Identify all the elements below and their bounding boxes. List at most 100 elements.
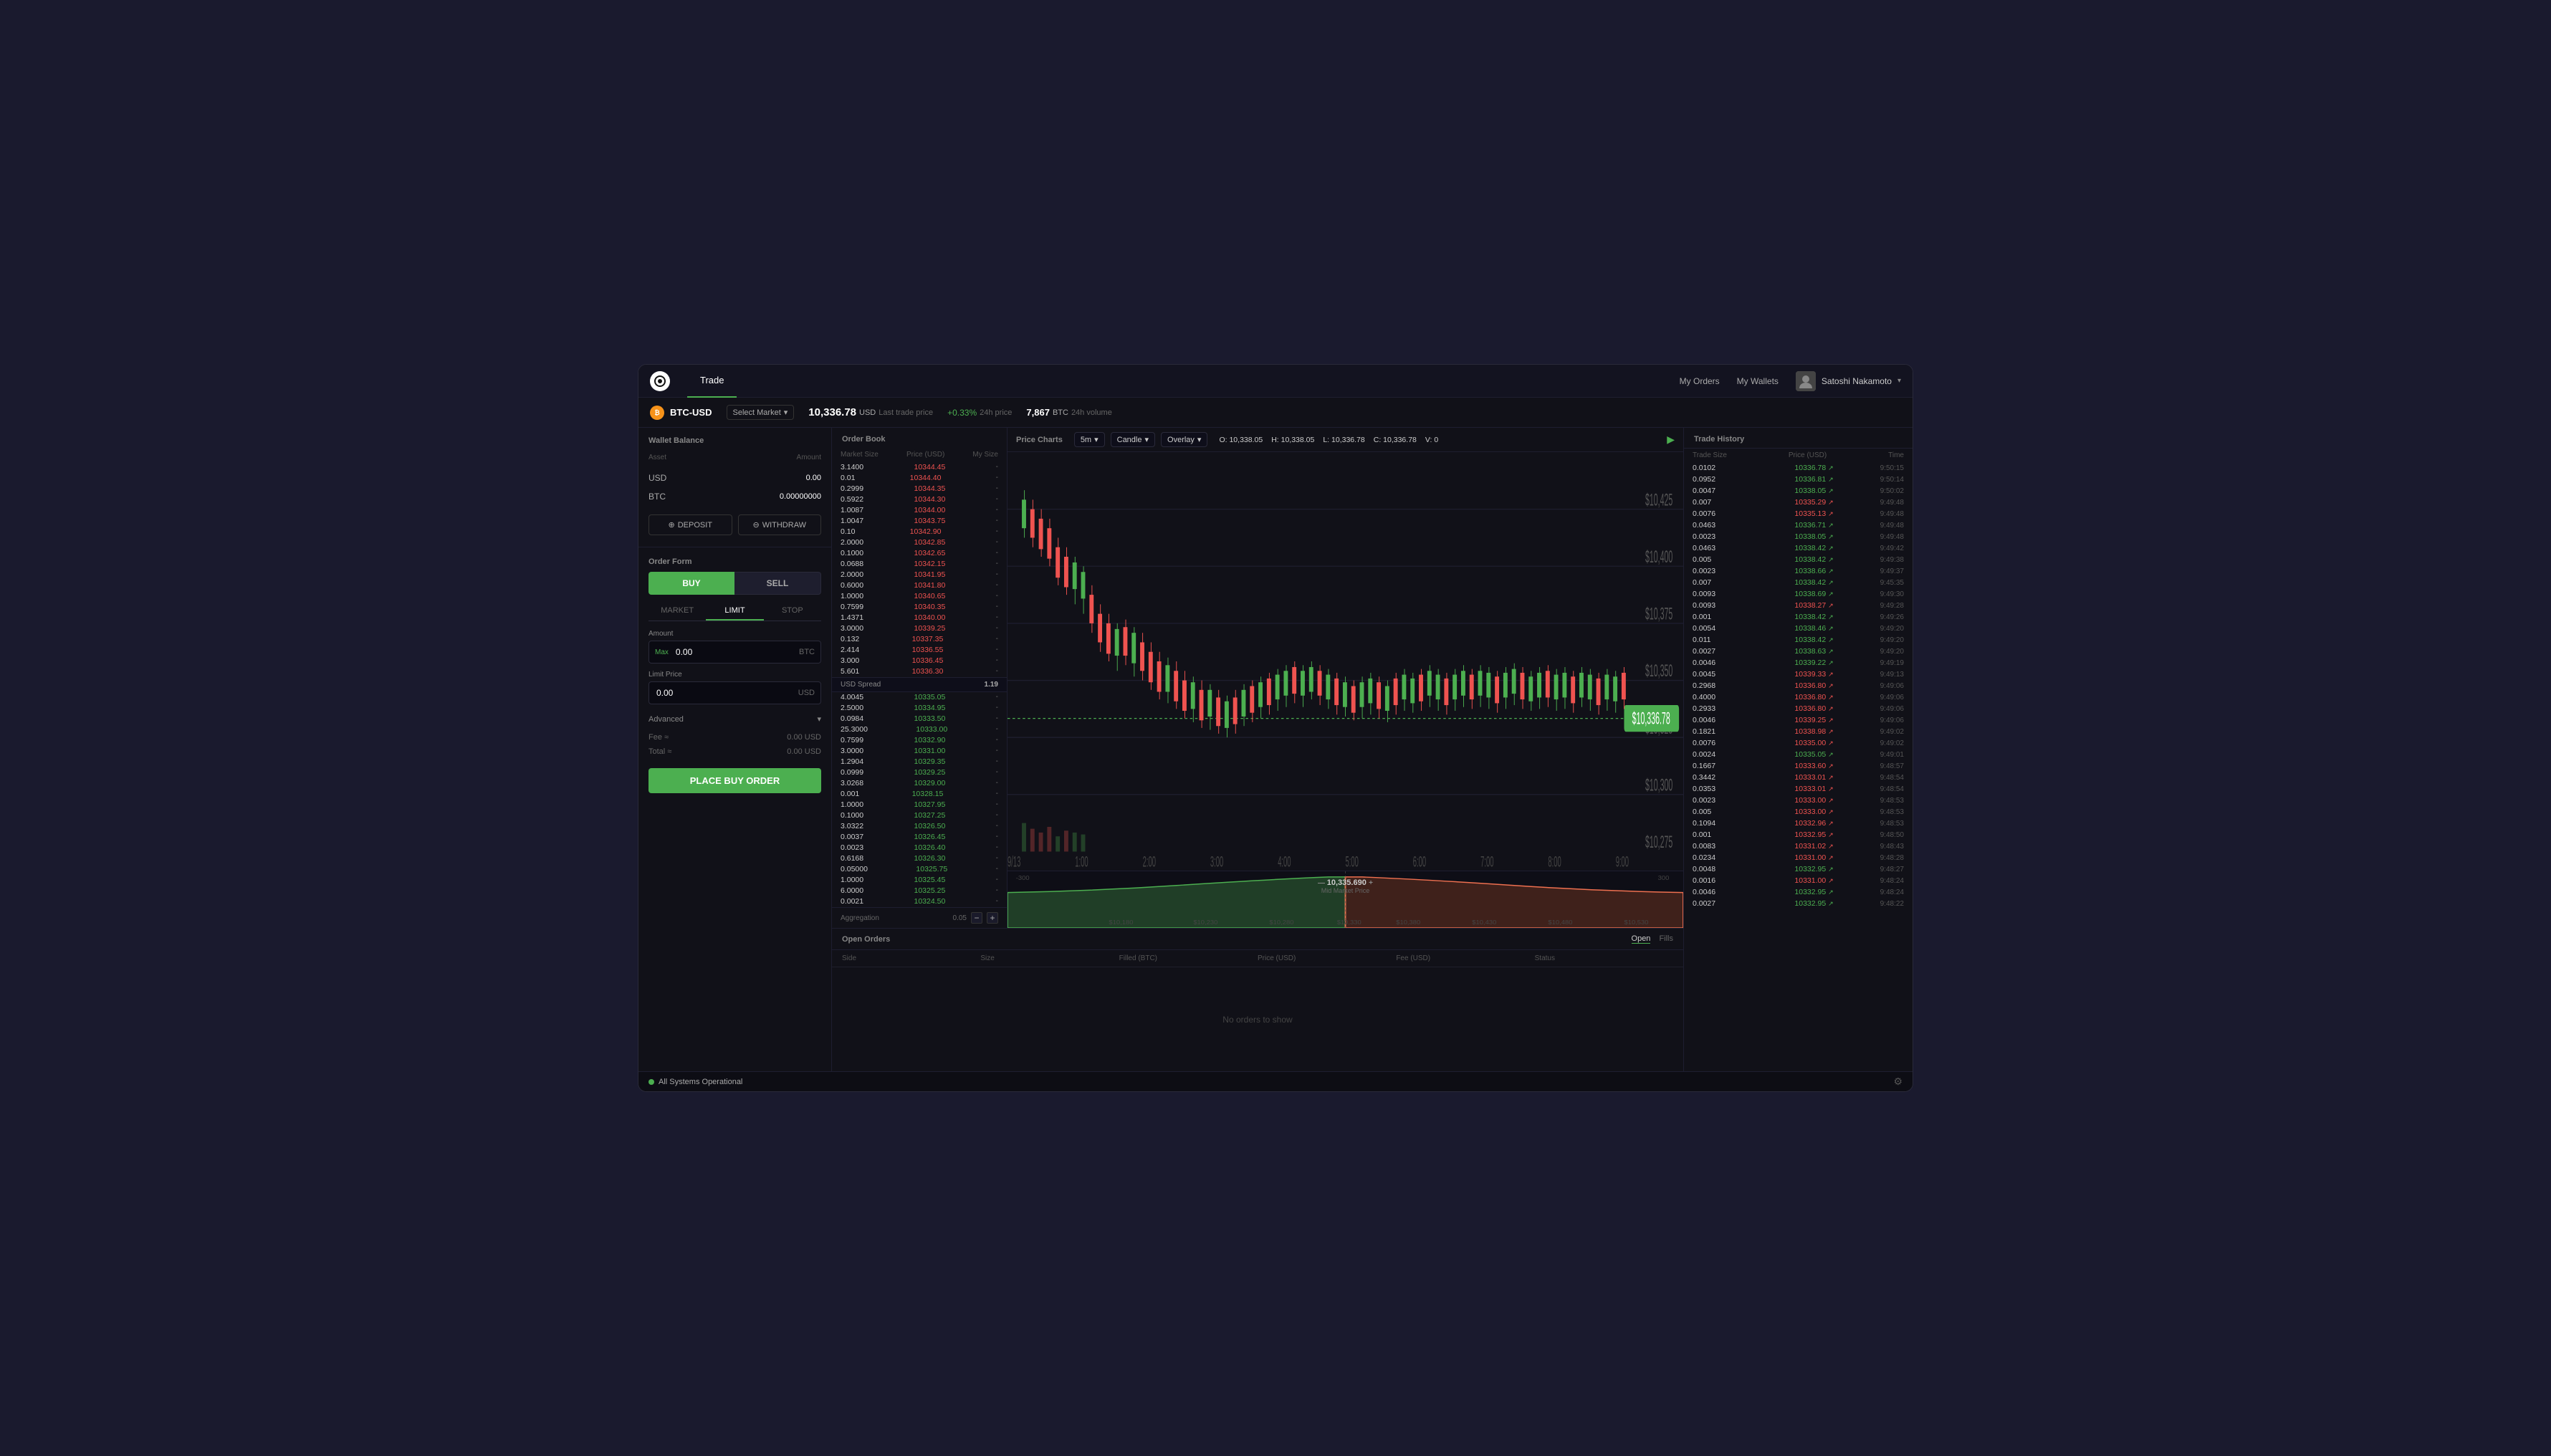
order-type-limit[interactable]: LIMIT xyxy=(706,602,763,621)
timeframe-dropdown[interactable]: 5m ▾ xyxy=(1074,432,1105,447)
open-tab[interactable]: Open xyxy=(1632,934,1651,944)
ticker-change-label: 24h price xyxy=(980,408,1012,417)
ob-bid-row: 2.500010334.95- xyxy=(832,703,1007,714)
btc-icon: ₿ xyxy=(650,406,664,420)
select-market-button[interactable]: Select Market ▾ xyxy=(727,405,795,420)
svg-text:$10,530: $10,530 xyxy=(1624,919,1648,926)
svg-text:5:00: 5:00 xyxy=(1346,854,1359,871)
ob-ask-row: 1.008710344.00- xyxy=(832,504,1007,515)
limit-price-input[interactable] xyxy=(649,682,798,704)
trade-history-row: 0.011 10338.42 ↗ 9:49:20 xyxy=(1684,634,1913,646)
depth-chart: -300 $10,180 $10,230 $10,280 $10,330 $10… xyxy=(1008,871,1683,928)
last-trade-label: Last trade price xyxy=(879,408,933,417)
avatar xyxy=(1796,371,1816,391)
svg-text:2:00: 2:00 xyxy=(1143,854,1156,871)
my-wallets-link[interactable]: My Wallets xyxy=(1737,376,1779,386)
svg-text:$10,350: $10,350 xyxy=(1645,661,1672,680)
place-buy-order-button[interactable]: PLACE BUY ORDER xyxy=(648,768,821,793)
trade-history-row: 0.007 10338.42 ↗ 9:45:35 xyxy=(1684,577,1913,588)
ob-bid-row: 0.759910332.90- xyxy=(832,735,1007,746)
ob-bid-row: 0.099910329.25- xyxy=(832,767,1007,778)
amount-currency: BTC xyxy=(799,648,820,656)
ticker-vol-label: 24h volume xyxy=(1071,408,1112,417)
chart-type-dropdown[interactable]: Candle ▾ xyxy=(1111,432,1155,447)
trade-history-row: 0.0076 10335.13 ↗ 9:49:48 xyxy=(1684,508,1913,519)
order-type-market[interactable]: MARKET xyxy=(648,602,706,621)
open-orders-panel: Open Orders Open Fills Side Size Filled … xyxy=(832,928,1683,1071)
svg-text:$10,230: $10,230 xyxy=(1193,919,1217,926)
svg-text:9/13: 9/13 xyxy=(1008,854,1020,871)
svg-text:$10,380: $10,380 xyxy=(1396,919,1420,926)
ticker-vol-currency: BTC xyxy=(1053,408,1068,417)
ob-ask-row: 0.1010342.90- xyxy=(832,526,1007,537)
sell-button[interactable]: SELL xyxy=(734,572,821,595)
ob-bid-row: 0.003710326.45- xyxy=(832,832,1007,843)
ticker-volume: 7,867 xyxy=(1026,407,1050,418)
buy-button[interactable]: BUY xyxy=(648,572,734,595)
trade-history-row: 0.0093 10338.69 ↗ 9:49:30 xyxy=(1684,588,1913,600)
svg-text:$10,430: $10,430 xyxy=(1472,919,1496,926)
ticker-currency: USD xyxy=(859,408,876,417)
nav-right: My Orders My Wallets Satoshi Nakamoto ▾ xyxy=(1680,371,1901,391)
nav-tabs: Trade xyxy=(687,365,1680,398)
svg-text:6:00: 6:00 xyxy=(1413,854,1426,871)
ticker-change-section: +0.33% 24h price xyxy=(947,408,1012,418)
settings-icon[interactable]: ⚙ xyxy=(1893,1076,1903,1088)
ob-ask-row: 2.000010341.95- xyxy=(832,569,1007,580)
ticker-change: +0.33% xyxy=(947,408,977,418)
amount-input[interactable] xyxy=(669,641,799,663)
trade-history-row: 0.0016 10331.00 ↗ 9:48:24 xyxy=(1684,875,1913,886)
th-rows: 0.0102 10336.78 ↗ 9:50:15 0.0952 10336.8… xyxy=(1684,462,1913,1071)
ob-ask-row: 0.600010341.80- xyxy=(832,580,1007,590)
deposit-button[interactable]: ⊕ DEPOSIT xyxy=(648,514,732,535)
advanced-toggle[interactable]: Advanced ▾ xyxy=(648,712,821,731)
withdraw-button[interactable]: ⊖ WITHDRAW xyxy=(738,514,822,535)
open-orders-empty: No orders to show xyxy=(832,967,1683,1071)
trade-history-row: 0.001 10338.42 ↗ 9:49:26 xyxy=(1684,611,1913,623)
my-orders-link[interactable]: My Orders xyxy=(1680,376,1720,386)
left-sidebar: Wallet Balance Asset Amount USD 0.00 BTC… xyxy=(638,428,832,1071)
user-section[interactable]: Satoshi Nakamoto ▾ xyxy=(1796,371,1901,391)
ob-ask-row: 0.0110344.40- xyxy=(832,472,1007,483)
logo[interactable] xyxy=(650,371,670,391)
chart-arrow-icon[interactable]: ▶ xyxy=(1667,434,1675,446)
status-dot xyxy=(648,1079,654,1085)
overlay-dropdown[interactable]: Overlay ▾ xyxy=(1161,432,1207,447)
ticker-pair-label: BTC-USD xyxy=(670,407,712,418)
order-type-stop[interactable]: STOP xyxy=(764,602,821,621)
ob-bid-row: 4.004510335.05- xyxy=(832,692,1007,703)
open-orders-table-header: Side Size Filled (BTC) Price (USD) Fee (… xyxy=(832,950,1683,967)
wallet-actions: ⊕ DEPOSIT ⊖ WITHDRAW xyxy=(638,506,831,544)
buy-sell-tabs: BUY SELL xyxy=(648,572,821,595)
max-button[interactable]: Max xyxy=(649,648,669,656)
wallet-balance-title: Wallet Balance xyxy=(638,428,831,451)
main-content: Wallet Balance Asset Amount USD 0.00 BTC… xyxy=(638,428,1913,1071)
limit-price-input-row: USD xyxy=(648,681,821,704)
order-form: Order Form BUY SELL MARKET LIMIT STOP Am… xyxy=(638,550,831,803)
trade-history-row: 0.0045 10339.33 ↗ 9:49:13 xyxy=(1684,669,1913,680)
trade-history-row: 0.001 10332.95 ↗ 9:48:50 xyxy=(1684,829,1913,840)
ob-bid-row: 25.300010333.00- xyxy=(832,724,1007,735)
svg-text:$10,275: $10,275 xyxy=(1645,832,1672,851)
order-form-title: Order Form xyxy=(648,550,821,572)
order-type-tabs: MARKET LIMIT STOP xyxy=(648,602,821,621)
ob-ask-row: 0.100010342.65- xyxy=(832,547,1007,558)
app-container: Trade My Orders My Wallets Satoshi Nakam… xyxy=(638,364,1913,1092)
trade-history-row: 0.0024 10335.05 ↗ 9:49:01 xyxy=(1684,749,1913,760)
svg-text:$10,300: $10,300 xyxy=(1645,775,1672,795)
ob-bid-row: 0.002110324.50- xyxy=(832,896,1007,907)
trade-history-row: 0.0234 10331.00 ↗ 9:48:28 xyxy=(1684,852,1913,863)
status-text: All Systems Operational xyxy=(659,1078,742,1086)
nav-tab-trade[interactable]: Trade xyxy=(687,365,737,398)
trade-history-row: 0.1094 10332.96 ↗ 9:48:53 xyxy=(1684,818,1913,829)
agg-plus-button[interactable]: + xyxy=(987,912,998,924)
agg-minus-button[interactable]: − xyxy=(971,912,982,924)
trade-history-row: 0.0046 10332.95 ↗ 9:48:24 xyxy=(1684,886,1913,898)
trade-history-row: 0.0046 10339.25 ↗ 9:49:06 xyxy=(1684,714,1913,726)
chevron-down-icon: ▾ xyxy=(1897,377,1901,385)
ob-bid-row: 3.026810329.00- xyxy=(832,778,1007,789)
trade-history-row: 0.0952 10336.81 ↗ 9:50:14 xyxy=(1684,474,1913,485)
fills-tab[interactable]: Fills xyxy=(1659,934,1673,944)
trade-history-title: Trade History xyxy=(1684,428,1913,449)
amount-input-row: Max BTC xyxy=(648,641,821,664)
